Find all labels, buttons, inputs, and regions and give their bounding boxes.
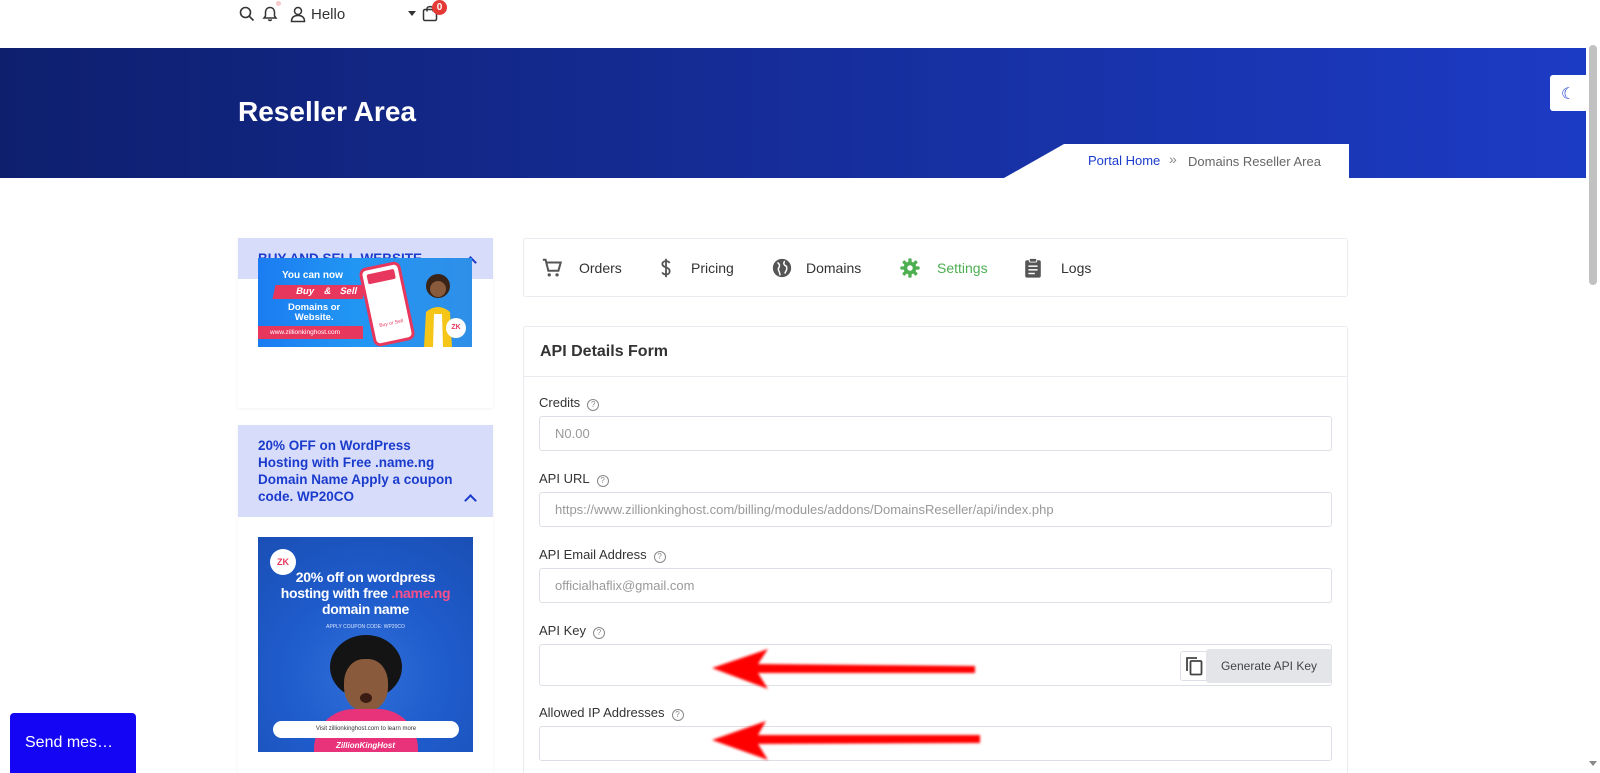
breadcrumb-portal-home[interactable]: Portal Home [1088,153,1160,168]
phone-illustration: Buy or Sell [358,260,416,347]
cart-count-badge: 0 [432,0,447,15]
person-face [344,659,388,711]
globe-icon [772,258,792,278]
page: Hello 0 Reseller Area Portal Home » Doma… [0,0,1600,773]
api-url-label: API URL? [539,471,609,487]
promo-url: www.zillionkinghost.com [258,326,363,339]
chevron-down-icon[interactable] [408,11,416,16]
promo-title-line: 20% off on wordpress [295,569,436,585]
credits-label-text: Credits [539,395,581,410]
credits-label: Credits? [539,395,600,411]
notification-dot [276,1,281,6]
tab-label: Pricing [691,260,734,276]
api-key-label-text: API Key [539,623,586,638]
reseller-tabs: Orders Pricing Domains Settings Logs [523,238,1348,297]
help-icon[interactable]: ? [592,627,605,639]
breadcrumb: Portal Home » Domains Reseller Area [1004,144,1349,178]
sidebar-card-heading: 20% OFF on WordPress Hosting with Free .… [258,438,453,504]
promo-amp: & [322,286,333,297]
clipboard-icon [1025,257,1041,278]
promo-subtext: Domains or Website. [288,303,340,323]
bell-icon[interactable] [261,5,279,23]
scroll-down-arrow[interactable] [1589,761,1597,766]
tab-label: Logs [1061,260,1092,276]
promo-banner-wordpress[interactable]: ZK 20% off on wordpress hosting with fre… [258,537,473,752]
moon-icon: ☾ [1561,86,1576,103]
api-email-field[interactable] [539,568,1332,603]
user-icon[interactable] [289,5,307,23]
form-title: API Details Form [540,343,669,360]
dollar-icon [661,258,671,278]
api-email-label-text: API Email Address [539,547,647,562]
gear-icon [900,258,920,278]
hero-banner: Reseller Area Portal Home » Domains Rese… [0,48,1586,178]
sidebar-card-header[interactable]: 20% OFF on WordPress Hosting with Free .… [238,425,493,517]
annotation-arrow-allowed-ips [712,721,980,760]
api-url-field[interactable] [539,492,1332,527]
promo-title: 20% off on wordpress hosting with free .… [258,569,473,617]
breadcrumb-current: Domains Reseller Area [1188,154,1321,169]
promo-banner-buy-sell[interactable]: You can now Buy & Sell Domains or Websit… [258,258,472,347]
cart-icon [542,258,563,277]
promo-title-line: hosting with free .name.ng [258,585,473,601]
promo-cta-pill: Visit zillionkinghost.com to learn more [273,721,459,738]
tab-label: Settings [937,260,988,276]
tab-label: Domains [806,260,862,276]
phone-screen-header [366,268,396,285]
copy-icon [1186,657,1203,676]
help-icon[interactable]: ? [653,551,666,563]
promo-coupon: APPLY COUPON CODE: WP20CO [326,624,405,630]
promo-title-part: hosting with free [280,585,388,601]
promo-text: You can now [282,270,343,281]
breadcrumb-separator: » [1169,151,1177,167]
allowed-ips-label: Allowed IP Addresses? [539,705,684,721]
promo-buy-sell-ribbon: Buy & Sell [272,285,366,299]
scrollbar-thumb[interactable] [1589,45,1597,285]
chevron-up-icon[interactable] [464,494,477,507]
api-email-label: API Email Address? [539,547,666,563]
api-key-label: API Key? [539,623,605,639]
promo-sell: Sell [338,286,359,297]
sidebar-card-buy-sell: BUY AND SELL WEBSITE You can now Buy & S… [238,238,493,408]
person-mouth [360,693,372,703]
search-icon[interactable] [238,5,256,23]
api-url-label-text: API URL [539,471,590,486]
tab-label: Orders [579,260,622,276]
help-icon[interactable]: ? [671,709,684,721]
annotation-arrow-api-key [712,649,975,689]
user-greeting[interactable]: Hello [311,6,345,23]
promo-buy: Buy [294,286,316,297]
promo-brand: ZillionKingHost [335,741,396,750]
form-header: API Details Form [524,327,1347,377]
generate-api-key-button[interactable]: Generate API Key [1206,649,1332,683]
phone-button: Buy or Sell [378,318,404,329]
dark-mode-toggle[interactable]: ☾ [1550,75,1586,111]
promo-title-highlight: .name.ng [391,585,451,601]
help-icon[interactable]: ? [587,399,600,411]
help-icon[interactable]: ? [596,475,609,487]
promo-line: Website. [294,312,334,323]
promo-title-line: domain name [322,601,409,617]
zk-logo: ZK [446,318,466,338]
credits-field[interactable] [539,416,1332,451]
api-details-form: API Details Form Credits? API URL? API E… [523,326,1348,773]
page-title: Reseller Area [238,96,416,127]
allowed-ips-label-text: Allowed IP Addresses [539,705,665,720]
sidebar-card-wordpress-offer: 20% OFF on WordPress Hosting with Free .… [238,425,493,773]
top-bar: Hello 0 [0,0,1586,48]
send-message-chat-button[interactable]: Send mes… [10,713,136,773]
